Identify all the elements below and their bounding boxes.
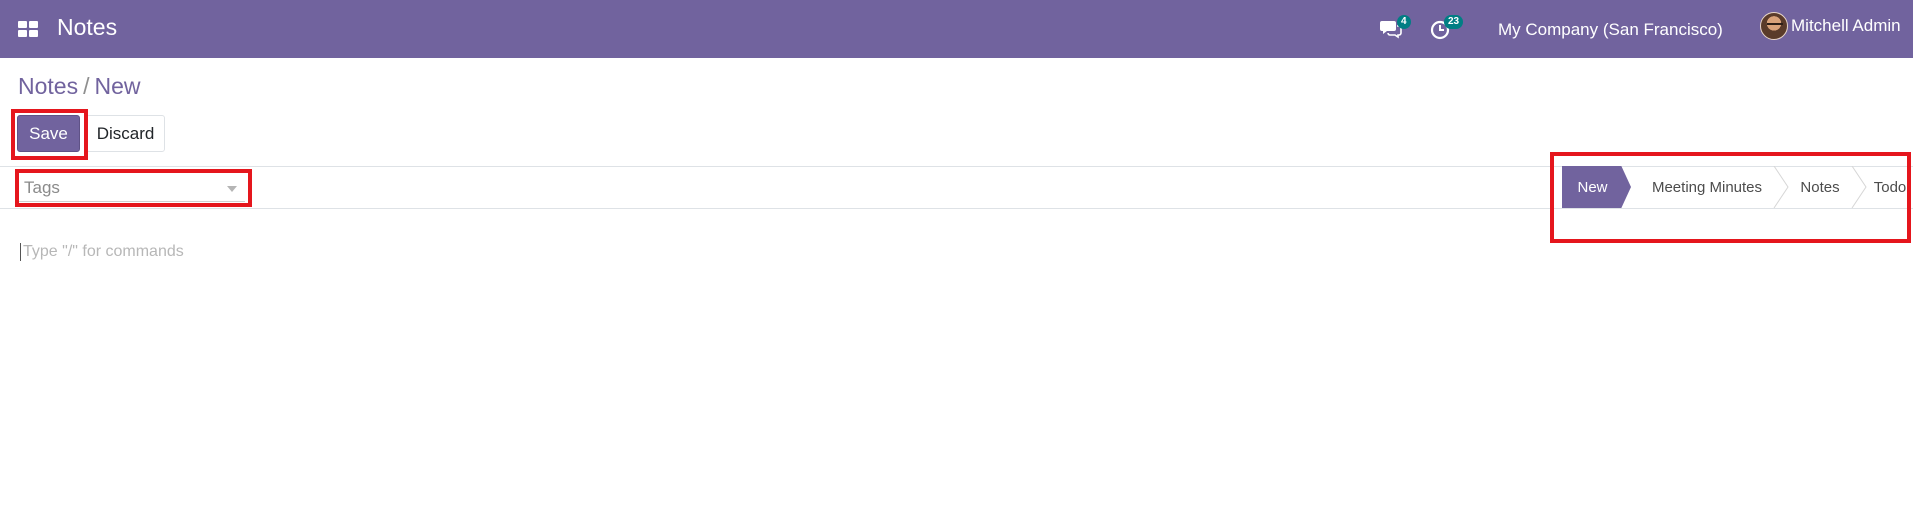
stage-selector: New Meeting Minutes Notes Todo (1562, 166, 1912, 208)
user-name: Mitchell Admin (1791, 16, 1901, 35)
breadcrumb: Notes / New (18, 73, 141, 100)
stage-notes[interactable]: Notes (1790, 166, 1850, 208)
breadcrumb-separator: / (83, 73, 90, 99)
stage-todo[interactable]: Todo (1868, 166, 1912, 208)
breadcrumb-current: New (94, 73, 141, 99)
activities-count-badge: 23 (1444, 15, 1464, 29)
avatar (1760, 12, 1788, 40)
clock-icon[interactable]: 23 (1430, 15, 1464, 41)
stage-divider-icon (1851, 166, 1867, 208)
save-button[interactable]: Save (17, 115, 80, 152)
stage-new[interactable]: New (1562, 166, 1631, 208)
caret-down-icon[interactable] (227, 186, 237, 192)
stage-meeting-minutes[interactable]: Meeting Minutes (1642, 166, 1772, 208)
top-navbar: Notes 4 23 My Company (San Francisco) Mi… (0, 0, 1913, 58)
tags-input[interactable]: Tags (19, 173, 245, 202)
company-switcher[interactable]: My Company (San Francisco) (1498, 20, 1723, 40)
stage-divider-icon (1773, 166, 1789, 208)
discard-button[interactable]: Discard (86, 115, 165, 152)
breadcrumb-notes-link[interactable]: Notes (18, 73, 78, 100)
note-editor[interactable]: Type "/" for commands (20, 243, 184, 261)
chat-bubbles-icon[interactable]: 4 (1380, 15, 1411, 39)
grid-icon[interactable] (18, 21, 38, 37)
app-title[interactable]: Notes (57, 14, 117, 41)
user-menu[interactable]: Mitchell Admin (1760, 12, 1901, 40)
messages-count-badge: 4 (1397, 15, 1411, 29)
tags-placeholder: Tags (24, 178, 60, 197)
